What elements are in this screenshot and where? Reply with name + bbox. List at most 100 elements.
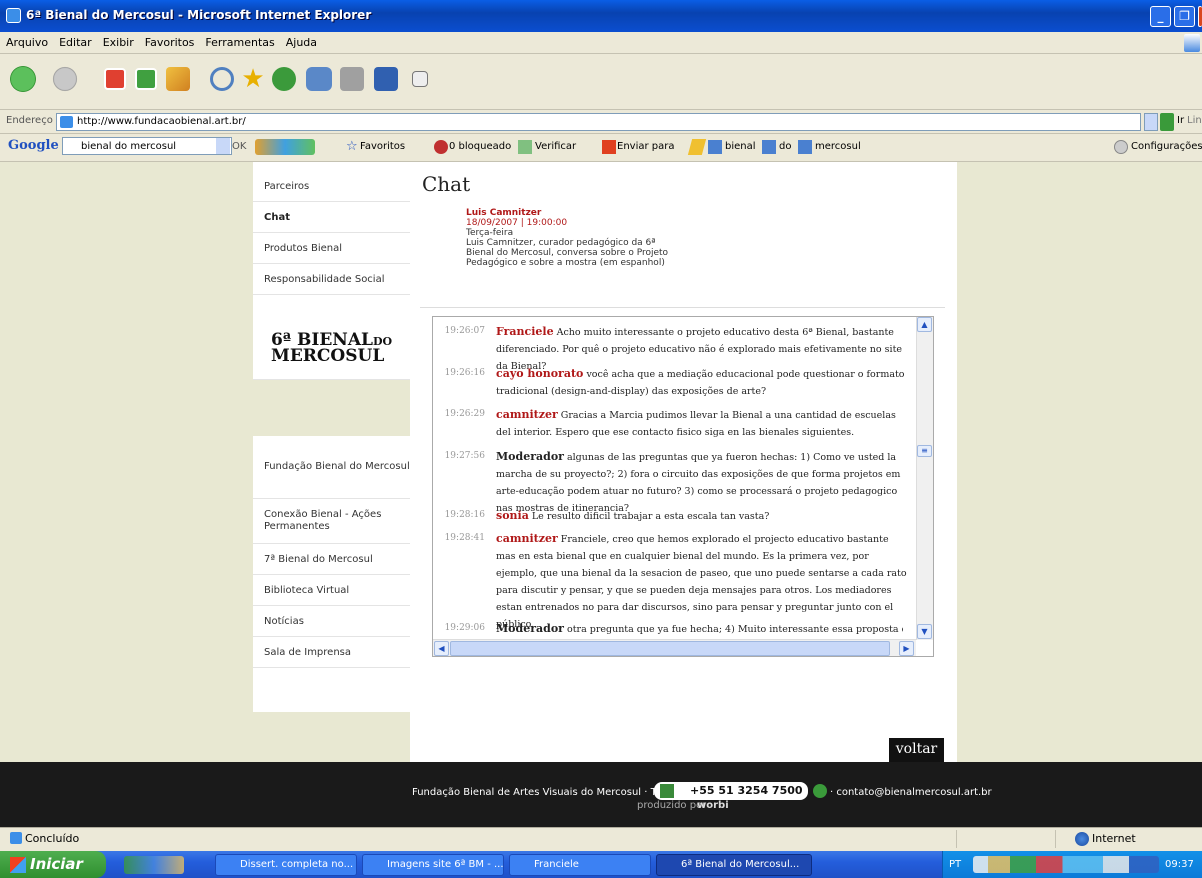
footer-email[interactable]: · contato@bienalmercosul.art.br bbox=[830, 787, 992, 798]
menu-exibir[interactable]: Exibir bbox=[97, 32, 139, 49]
main-content: Chat Luis Camnitzer 18/09/2007 | 19:00:0… bbox=[410, 162, 957, 762]
term-button-bienal[interactable]: bienal bbox=[725, 141, 756, 152]
footer-produced-by: produzido por bbox=[637, 800, 707, 811]
message-time: 19:26:29 bbox=[444, 409, 485, 419]
send-to-button[interactable]: Enviar para bbox=[617, 141, 675, 152]
status-text: Concluído bbox=[25, 832, 80, 845]
settings-button[interactable]: Configurações bbox=[1131, 141, 1202, 152]
back-icon[interactable] bbox=[8, 64, 38, 94]
nav-item-7-bienal[interactable]: 7ª Bienal do Mercosul bbox=[253, 544, 410, 575]
logo-area[interactable]: 6ª BIENALDO MERCOSUL bbox=[253, 295, 410, 380]
tray-icons[interactable] bbox=[973, 856, 1159, 873]
menu-ajuda[interactable]: Ajuda bbox=[280, 32, 322, 49]
links-label[interactable]: Links bbox=[1187, 115, 1202, 126]
site-footer: Fundação Bienal de Artes Visuais do Merc… bbox=[0, 762, 1202, 827]
message-user: Moderador bbox=[496, 622, 564, 635]
nav-item-noticias[interactable]: Notícias bbox=[253, 606, 410, 637]
google-tool-icons[interactable] bbox=[255, 139, 315, 155]
minimize-button[interactable]: _ bbox=[1150, 6, 1171, 27]
nav-item-parceiros[interactable]: Parceiros bbox=[253, 162, 410, 202]
home-icon[interactable] bbox=[166, 67, 190, 91]
message-user: cayo honorato bbox=[496, 367, 584, 380]
google-toolbar: Google bienal do mercosul OK ☆ Favoritos… bbox=[0, 134, 1202, 162]
window-title: 6ª Bienal do Mercosul - Microsoft Intern… bbox=[26, 8, 372, 22]
address-dropdown-button[interactable] bbox=[1144, 113, 1158, 131]
close-button[interactable] bbox=[1198, 6, 1202, 27]
print-icon[interactable] bbox=[340, 67, 364, 91]
ok-button[interactable]: OK bbox=[232, 141, 246, 152]
menu-editar[interactable]: Editar bbox=[53, 32, 97, 49]
menu-favoritos[interactable]: Favoritos bbox=[139, 32, 200, 49]
phone-icon bbox=[660, 784, 674, 798]
nav-item-biblioteca-virtual[interactable]: Biblioteca Virtual bbox=[253, 575, 410, 606]
footer-org: Fundação Bienal de Artes Visuais do Merc… bbox=[412, 787, 691, 798]
term-button-do[interactable]: do bbox=[779, 141, 791, 152]
footer-phone: +55 51 3254 7500 bbox=[654, 782, 808, 800]
chat-host: Luis Camnitzer bbox=[466, 208, 542, 218]
system-tray: PT 09:37 bbox=[942, 851, 1202, 878]
scroll-up-arrow-icon[interactable]: ▲ bbox=[917, 317, 932, 332]
favorites-button[interactable]: Favoritos bbox=[360, 141, 405, 152]
go-button[interactable]: Ir bbox=[1177, 115, 1184, 126]
highlight-icon[interactable] bbox=[687, 139, 707, 155]
refresh-icon[interactable] bbox=[135, 68, 157, 90]
term-search-icon bbox=[798, 140, 812, 154]
nav-item-sala-de-imprensa[interactable]: Sala de Imprensa bbox=[253, 637, 410, 668]
google-search-input[interactable]: bienal do mercosul bbox=[62, 137, 232, 155]
task-button-franciele[interactable]: Franciele bbox=[509, 854, 651, 876]
chat-description: Luis Camnitzer, curador pedagógico da 6ª… bbox=[466, 238, 669, 268]
stop-icon[interactable] bbox=[104, 68, 126, 90]
nav-item-fundacao-bienal[interactable]: Fundação Bienal do Mercosul bbox=[253, 436, 410, 499]
scroll-right-arrow-icon[interactable]: ▶ bbox=[899, 641, 914, 656]
footer-producer[interactable]: worbi bbox=[697, 800, 729, 811]
nav-item-chat[interactable]: Chat bbox=[253, 202, 410, 233]
verify-button[interactable]: Verificar bbox=[535, 141, 576, 152]
page-icon bbox=[60, 116, 73, 128]
go-arrow-icon[interactable] bbox=[1160, 113, 1174, 131]
address-input[interactable]: http://www.fundacaobienal.art.br/ bbox=[56, 113, 1141, 131]
history-icon[interactable] bbox=[272, 67, 296, 91]
chat-datetime: 18/09/2007 | 19:00:00 bbox=[466, 218, 568, 228]
message-user: camnitzer bbox=[496, 408, 558, 421]
mail-icon[interactable] bbox=[306, 67, 332, 91]
skype-icon bbox=[813, 784, 827, 798]
message-time: 19:29:06 bbox=[444, 623, 485, 633]
task-button-bienal[interactable]: 6ª Bienal do Mercosul... bbox=[656, 854, 812, 876]
message-user: Franciele bbox=[496, 325, 554, 338]
nav-item-responsabilidade-social[interactable]: Responsabilidade Social bbox=[253, 264, 410, 295]
scroll-thumb[interactable]: ≡ bbox=[917, 445, 932, 457]
message-text: otra pregunta que ya fue hecha; 4) Muito… bbox=[566, 624, 903, 635]
blocked-count[interactable]: 0 bloqueado bbox=[449, 141, 511, 152]
horizontal-scrollbar[interactable]: ◀ ▶ bbox=[433, 639, 916, 656]
task-button-imagens[interactable]: Imagens site 6ª BM - ... bbox=[362, 854, 504, 876]
message-time: 19:28:16 bbox=[444, 510, 485, 520]
favorites-star-icon[interactable]: ★ bbox=[240, 66, 266, 92]
scroll-down-arrow-icon[interactable]: ▼ bbox=[917, 624, 932, 639]
term-button-mercosul[interactable]: mercosul bbox=[815, 141, 861, 152]
page-done-icon bbox=[10, 832, 22, 844]
task-button-dissert[interactable]: Dissert. completa no... bbox=[215, 854, 357, 876]
scroll-left-arrow-icon[interactable]: ◀ bbox=[434, 641, 449, 656]
messenger-icon[interactable] bbox=[374, 67, 398, 91]
vertical-scrollbar[interactable]: ▲ ≡ ▼ bbox=[916, 317, 933, 640]
nav-item-conexao-bienal[interactable]: Conexão Bienal - Ações Permanentes bbox=[253, 499, 410, 544]
term-search-icon bbox=[708, 140, 722, 154]
horizontal-scroll-thumb[interactable] bbox=[450, 641, 890, 656]
edit-icon[interactable] bbox=[412, 71, 428, 87]
forward-icon[interactable] bbox=[50, 64, 80, 94]
restore-button[interactable]: ❐ bbox=[1174, 6, 1195, 27]
bienal-logo: 6ª BIENALDO MERCOSUL bbox=[271, 330, 393, 366]
menu-ferramentas[interactable]: Ferramentas bbox=[199, 32, 279, 49]
chat-log[interactable]: 19:26:07 Franciele Acho muito interessan… bbox=[432, 316, 934, 657]
back-button[interactable]: voltar bbox=[889, 738, 944, 762]
google-search-dropdown[interactable] bbox=[216, 138, 230, 154]
windows-logo-icon bbox=[1184, 34, 1200, 52]
message-text: Le resulto dificil trabajar a esta escal… bbox=[531, 511, 770, 522]
search-icon[interactable] bbox=[210, 67, 234, 91]
language-indicator[interactable]: PT bbox=[949, 859, 961, 870]
window-title-bar[interactable]: 6ª Bienal do Mercosul - Microsoft Intern… bbox=[0, 0, 1202, 32]
menu-arquivo[interactable]: Arquivo bbox=[0, 32, 53, 49]
quick-launch-icons[interactable] bbox=[124, 856, 184, 874]
nav-item-produtos-bienal[interactable]: Produtos Bienal bbox=[253, 233, 410, 264]
internet-zone-icon bbox=[1075, 832, 1089, 846]
